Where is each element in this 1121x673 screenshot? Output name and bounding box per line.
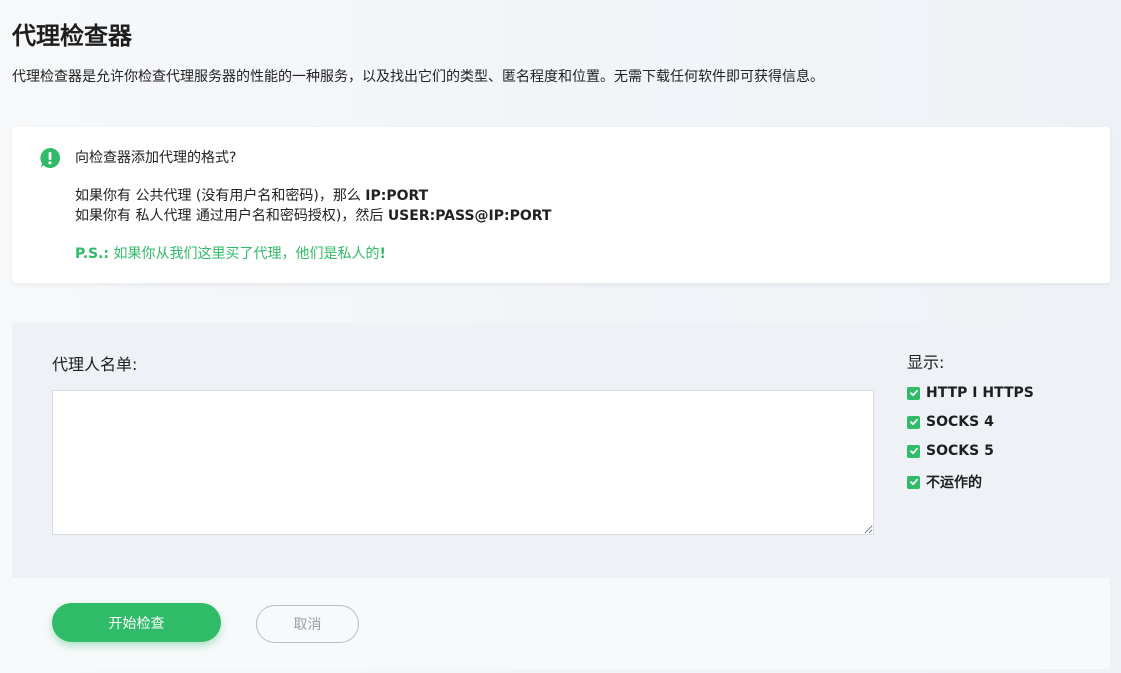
public-proxy-text: 如果你有 公共代理 (没有用户名和密码)，那么 xyxy=(75,188,366,204)
ps-end: ! xyxy=(379,246,386,262)
filter-socks5[interactable]: SOCKS 5 xyxy=(907,443,994,459)
exclamation-icon xyxy=(40,147,61,168)
start-check-button[interactable]: 开始检查 xyxy=(52,603,221,642)
private-proxy-text: 如果你有 私人代理 通过用户名和密码授权)，然后 xyxy=(75,208,388,224)
filter-http-https-label: HTTP I HTTPS xyxy=(926,385,1034,401)
private-proxy-format: 如果你有 私人代理 通过用户名和密码授权)，然后 USER:PASS@IP:PO… xyxy=(75,205,552,225)
filter-socks5-label: SOCKS 5 xyxy=(926,443,994,459)
show-filter-label: 显示: xyxy=(907,353,945,372)
public-proxy-format: 如果你有 公共代理 (没有用户名和密码)，那么 IP:PORT xyxy=(75,185,428,205)
checkbox-checked-icon[interactable] xyxy=(907,415,920,429)
checkbox-checked-icon[interactable] xyxy=(907,475,920,489)
format-info-card: 向检查器添加代理的格式? 如果你有 公共代理 (没有用户名和密码)，那么 IP:… xyxy=(12,127,1110,283)
info-title: 向检查器添加代理的格式? xyxy=(75,150,237,166)
filter-http-https[interactable]: HTTP I HTTPS xyxy=(907,385,1034,401)
cancel-button[interactable]: 取消 xyxy=(256,605,359,643)
page-title: 代理检查器 xyxy=(12,22,132,50)
ps-note: P.S.: 如果你从我们这里买了代理，他们是私人的! xyxy=(75,243,386,263)
public-proxy-format-value: IP:PORT xyxy=(365,188,429,204)
filter-not-working-label: 不运作的 xyxy=(926,475,982,491)
filter-not-working[interactable]: 不运作的 xyxy=(907,472,982,492)
filter-socks4[interactable]: SOCKS 4 xyxy=(907,414,994,430)
page-description: 代理检查器是允许你检查代理服务器的性能的一种服务，以及找出它们的类型、匿名程度和… xyxy=(12,69,824,85)
checkbox-checked-icon[interactable] xyxy=(907,386,920,400)
private-proxy-format-value: USER:PASS@IP:PORT xyxy=(387,208,552,224)
proxy-list-textarea[interactable] xyxy=(52,390,874,535)
proxy-check-form: 代理人名单: 显示: HTTP I HTTPS SOCKS 4 SOCKS 5 … xyxy=(12,323,1110,669)
ps-label: P.S.: xyxy=(75,246,110,262)
ps-text: 如果你从我们这里买了代理，他们是私人的 xyxy=(109,246,380,262)
filter-socks4-label: SOCKS 4 xyxy=(926,414,994,430)
checkbox-checked-icon[interactable] xyxy=(907,444,920,458)
proxy-list-label: 代理人名单: xyxy=(52,355,138,374)
